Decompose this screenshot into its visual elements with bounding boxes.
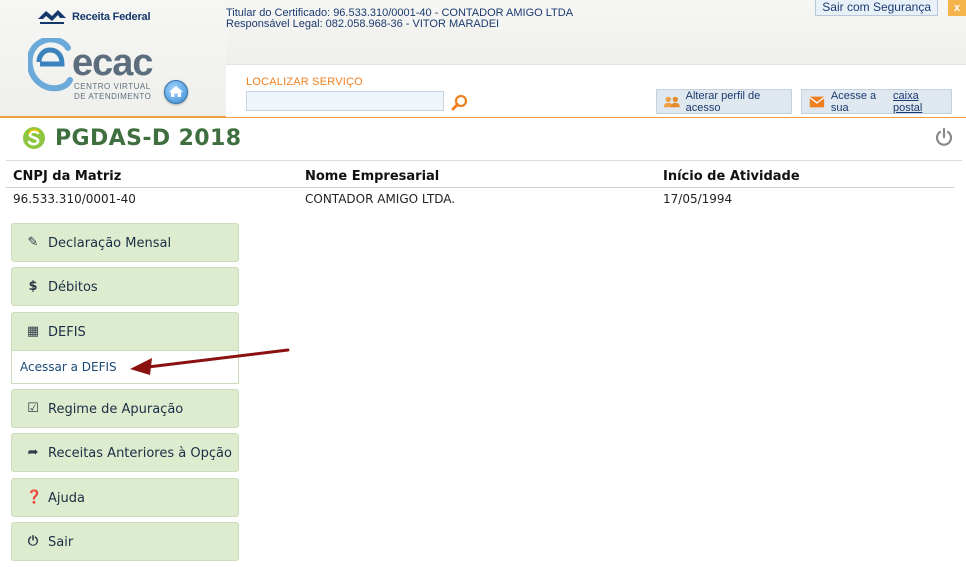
home-button[interactable] (164, 80, 188, 104)
cnpj-header: CNPJ da Matriz (13, 169, 122, 184)
mailbox-button[interactable]: Acesse a sua caixa postal (801, 89, 952, 114)
menu-item-label: Débitos (48, 280, 98, 295)
calendar-icon: ▦ (26, 324, 40, 339)
home-icon (169, 86, 183, 97)
search-label: LOCALIZAR SERVIÇO (246, 76, 363, 88)
table-row: 96.533.310/0001-40 CONTADOR AMIGO LTDA. … (6, 188, 954, 209)
question-icon: ❓ (26, 490, 43, 505)
close-icon[interactable]: x (948, 0, 966, 16)
site-header: Receita Federal ecac CENTRO VIRTUAL DE A… (0, 0, 966, 118)
checkbox-icon: ☑ (27, 401, 39, 416)
submenu-item-acessar-defis[interactable]: Acessar a DEFIS (20, 360, 117, 374)
ecac-subtitle-1: CENTRO VIRTUAL (74, 82, 151, 91)
menu-item-declaracao-mensal[interactable]: ✎ Declaração Mensal (11, 223, 239, 262)
share-arrow-icon: ➦ (27, 445, 39, 460)
start-date-header: Início de Atividade (663, 169, 800, 184)
menu-item-receitas-anteriores[interactable]: ➦ Receitas Anteriores à Opção (11, 433, 239, 472)
cnpj-value: 96.533.310/0001-40 (13, 192, 136, 206)
menu-item-ajuda[interactable]: ❓ Ajuda (11, 478, 239, 517)
power-icon[interactable] (934, 127, 954, 147)
annotation-arrow-icon (130, 348, 290, 375)
secure-logout-button[interactable]: Sair com Segurança (815, 0, 938, 16)
receita-federal-emblem-icon (38, 10, 66, 24)
ecac-logo[interactable]: ecac CENTRO VIRTUAL DE ATENDIMENTO (28, 38, 178, 104)
company-name-value: CONTADOR AMIGO LTDA. (305, 192, 456, 206)
company-info-table: CNPJ da Matriz Nome Empresarial Início d… (6, 166, 954, 209)
menu-item-sair[interactable]: ⏻ Sair (11, 522, 239, 561)
menu-item-label: Regime de Apuração (48, 402, 184, 417)
page-title-bar: PGDAS-D 2018 (6, 118, 962, 161)
ecac-wordmark: ecac (72, 42, 154, 84)
menu-item-label: Ajuda (48, 491, 85, 506)
search-input[interactable] (246, 91, 444, 111)
dollar-icon: $ (28, 279, 38, 294)
certificate-info-bar: Titular do Certificado: 96.533.310/0001-… (226, 0, 966, 64)
menu-item-label: DEFIS (48, 325, 86, 340)
envelope-icon (809, 96, 825, 107)
menu-item-label: Sair (48, 535, 74, 550)
start-date-value: 17/05/1994 (663, 192, 733, 206)
legal-representative-text: Responsável Legal: 082.058.968-36 - VITO… (226, 18, 500, 30)
menu-item-label: Declaração Mensal (48, 236, 172, 251)
users-icon (663, 96, 680, 107)
company-name-header: Nome Empresarial (305, 169, 440, 184)
power-icon: ⏻ (27, 534, 39, 549)
search-icon[interactable] (451, 94, 469, 112)
mailbox-link[interactable]: caixa postal (893, 90, 945, 114)
ecac-e-icon (28, 38, 73, 92)
table-header-row: CNPJ da Matriz Nome Empresarial Início d… (6, 166, 954, 188)
receita-federal-logo[interactable]: Receita Federal (36, 7, 151, 27)
pencil-icon: ✎ (27, 235, 39, 250)
ecac-subtitle-2: DE ATENDIMENTO (74, 92, 152, 101)
mailbox-prefix-label: Acesse a sua (830, 89, 877, 114)
simples-nacional-logo-icon (23, 127, 45, 149)
menu-item-debitos[interactable]: $ Débitos (11, 267, 239, 306)
alter-profile-label: Alterar perfil de acesso (685, 89, 761, 114)
menu-item-regime-apuracao[interactable]: ☑ Regime de Apuração (11, 389, 239, 428)
search-bar: LOCALIZAR SERVIÇO Alterar perfil de aces… (226, 64, 966, 117)
alter-profile-button[interactable]: Alterar perfil de acesso (656, 89, 792, 114)
header-logo-area: Receita Federal ecac CENTRO VIRTUAL DE A… (0, 0, 226, 116)
receita-federal-text: Receita Federal (72, 11, 151, 23)
menu-item-label: Receitas Anteriores à Opção (48, 446, 232, 461)
page-title: PGDAS-D 2018 (55, 126, 242, 151)
